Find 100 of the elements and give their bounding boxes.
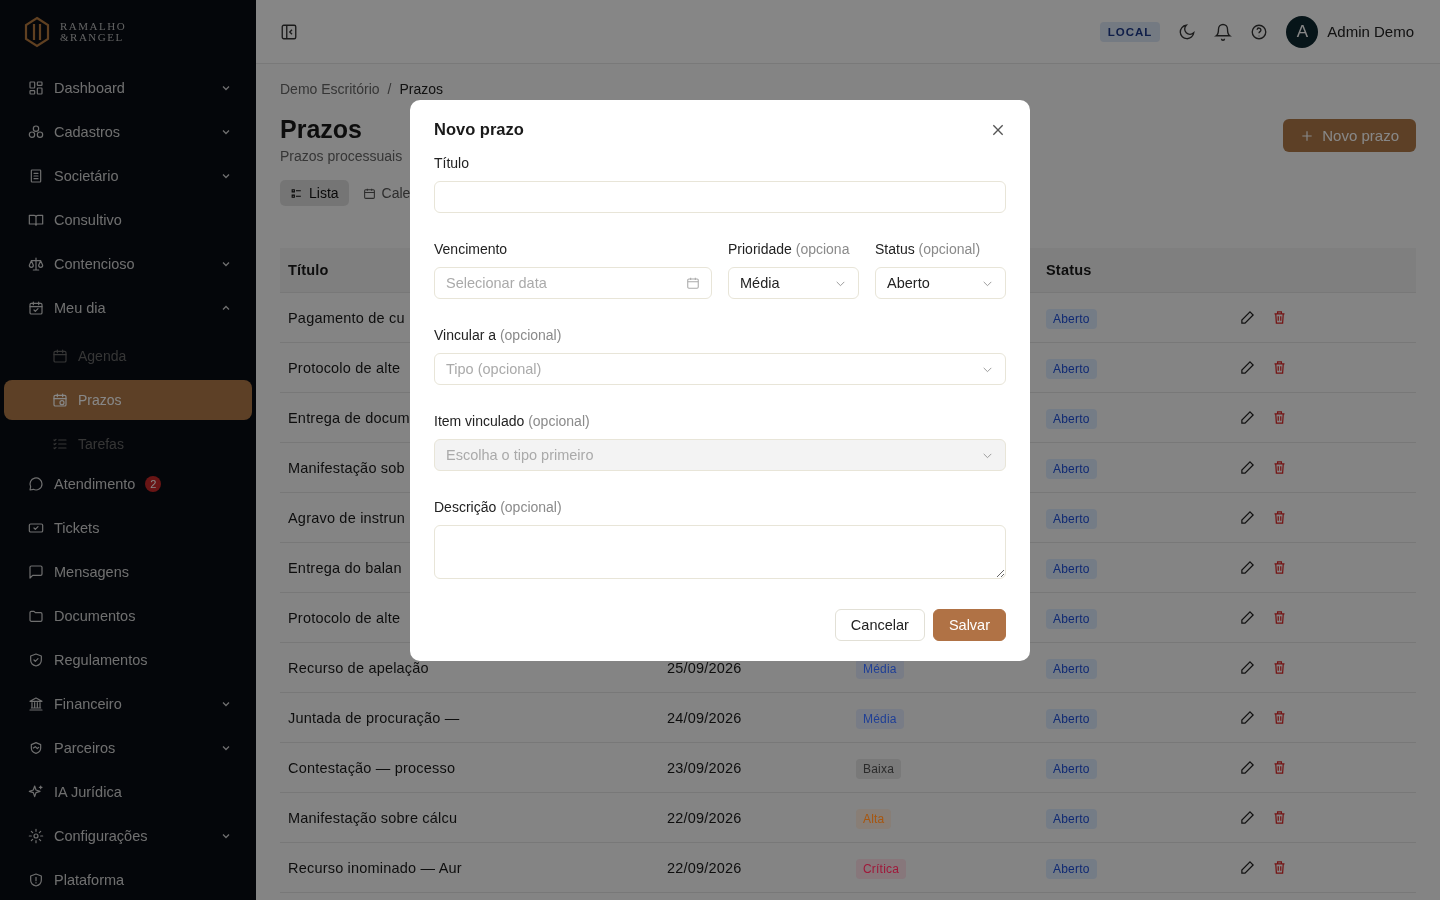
table-cell: 22/09/2026 [667, 809, 742, 826]
sidebar-toggle-icon[interactable] [280, 22, 298, 41]
status-tag: Aberto [1046, 658, 1097, 679]
status-tag: Aberto [1046, 808, 1097, 829]
edit-icon[interactable] [1240, 710, 1255, 725]
select-field[interactable]: Tipo (opcional) [434, 353, 1006, 385]
delete-icon[interactable] [1272, 660, 1287, 675]
status-tag: Aberto [1046, 408, 1097, 429]
status-tag: Aberto [1046, 508, 1097, 529]
sidebar-item[interactable]: Mensagens [4, 552, 252, 592]
edit-icon[interactable] [1240, 760, 1255, 775]
status-tag: Aberto [1046, 558, 1097, 579]
nav-icon [28, 696, 44, 712]
sidebar-item[interactable]: Cadastros [4, 112, 252, 152]
field-label: Item vinculado (opcional) [434, 413, 591, 429]
breadcrumb-link[interactable]: Demo Escritório [280, 81, 380, 97]
page-title: Prazos [280, 115, 363, 144]
sidebar-item[interactable]: Plataforma [4, 860, 252, 900]
edit-icon[interactable] [1240, 360, 1255, 375]
priority-tag: Crítica [856, 858, 907, 879]
nav-icon [28, 652, 44, 668]
nav-icon [52, 392, 68, 408]
page-subtitle: Prazos processuais [280, 148, 403, 164]
sidebar-item[interactable]: Societário [4, 156, 252, 196]
edit-icon[interactable] [1240, 660, 1255, 675]
delete-icon[interactable] [1272, 360, 1287, 375]
select-field[interactable]: Média [728, 267, 859, 299]
moon-icon[interactable] [1178, 22, 1197, 41]
delete-icon[interactable] [1272, 610, 1287, 625]
table-cell: Pagamento de cu [288, 309, 405, 326]
delete-icon[interactable] [1272, 810, 1287, 825]
sidebar-item[interactable]: Parceiros [4, 728, 252, 768]
table-cell: Protocolo de alte [288, 609, 401, 626]
field-label: Prioridade (opciona [728, 241, 851, 257]
nav-icon [28, 520, 44, 536]
edit-icon[interactable] [1240, 560, 1255, 575]
cancel-button[interactable]: Cancelar [834, 609, 925, 641]
table-cell: 25/09/2026 [667, 659, 742, 676]
sidebar-item[interactable]: Meu dia [4, 288, 252, 328]
user-name[interactable]: Admin Demo [1327, 23, 1414, 40]
breadcrumb-link[interactable]: Prazos [399, 81, 444, 97]
delete-icon[interactable] [1272, 310, 1287, 325]
sidebar-item[interactable]: Contencioso [4, 244, 252, 284]
delete-icon[interactable] [1272, 460, 1287, 475]
nav-icon [52, 436, 68, 452]
new-deadline-button[interactable]: Novo prazo [1283, 119, 1416, 152]
delete-icon[interactable] [1272, 710, 1287, 725]
nav-icon [28, 476, 44, 492]
edit-icon[interactable] [1240, 460, 1255, 475]
table-cell: Recurso de apelação [288, 659, 429, 676]
sidebar-item[interactable]: Dashboard [4, 68, 252, 108]
nav-icon [28, 300, 44, 316]
sidebar-item[interactable]: Tickets [4, 508, 252, 548]
sidebar-item[interactable]: Financeiro [4, 684, 252, 724]
column-header: Status [1045, 262, 1093, 278]
brand-name: &RANGEL [60, 32, 125, 43]
status-tag: Aberto [1046, 308, 1097, 329]
save-button[interactable]: Salvar [932, 609, 1006, 641]
edit-icon[interactable] [1240, 610, 1255, 625]
select-field[interactable]: Aberto [875, 267, 1006, 299]
field-label: Vencimento [434, 241, 509, 257]
delete-icon[interactable] [1272, 760, 1287, 775]
nav-icon [28, 80, 44, 96]
field-label: Título [434, 155, 470, 171]
status-tag: Aberto [1046, 758, 1097, 779]
avatar[interactable]: A [1286, 15, 1319, 48]
field-label: Descrição (opcional) [434, 499, 563, 515]
list-icon [290, 186, 303, 200]
help-icon[interactable] [1250, 22, 1269, 41]
sidebar-item[interactable]: Configurações [4, 816, 252, 856]
edit-icon[interactable] [1240, 810, 1255, 825]
breadcrumb-separator: / [387, 81, 392, 97]
notification-badge: 2 [145, 476, 162, 492]
delete-icon[interactable] [1272, 410, 1287, 425]
delete-icon[interactable] [1272, 560, 1287, 575]
delete-icon[interactable] [1272, 510, 1287, 525]
edit-icon[interactable] [1240, 860, 1255, 875]
sidebar-item[interactable]: IA Jurídica [4, 772, 252, 812]
priority-tag: Média [856, 708, 904, 729]
calendar-icon [686, 276, 700, 290]
sidebar-item[interactable]: Regulamentos [4, 640, 252, 680]
delete-icon[interactable] [1272, 860, 1287, 875]
table-cell: Manifestação sob [288, 459, 405, 476]
input-field[interactable] [434, 181, 1006, 213]
edit-icon[interactable] [1240, 410, 1255, 425]
bell-icon[interactable] [1214, 22, 1233, 41]
sidebar-item[interactable]: Consultivo [4, 200, 252, 240]
nav-icon [28, 872, 44, 888]
sidebar-item[interactable]: Atendimento 2 [4, 464, 252, 504]
table-cell: 23/09/2026 [667, 759, 742, 776]
status-tag: Aberto [1046, 358, 1097, 379]
table-cell: Protocolo de alte [288, 359, 401, 376]
edit-icon[interactable] [1240, 310, 1255, 325]
sidebar-item[interactable]: Prazos [4, 380, 252, 420]
table-cell: Contestação — processo [288, 759, 456, 776]
edit-icon[interactable] [1240, 510, 1255, 525]
view-tab[interactable]: Cale [352, 180, 421, 206]
sidebar-item[interactable]: Documentos [4, 596, 252, 636]
date-field[interactable]: Selecionar data [434, 267, 712, 299]
view-tab[interactable]: Lista [280, 180, 349, 206]
